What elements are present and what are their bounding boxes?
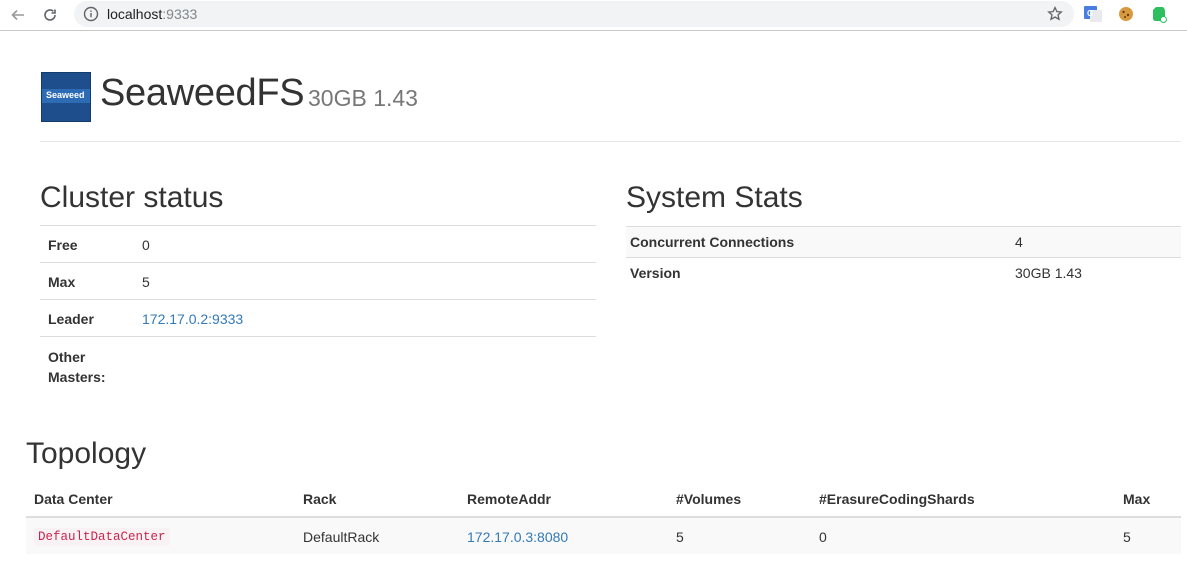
max-cell: 5: [1123, 529, 1131, 545]
topology-table: Data Center Rack RemoteAddr #Volumes #Er…: [26, 482, 1181, 554]
row-label: Concurrent Connections: [630, 234, 795, 250]
table-row: Other Masters:: [40, 336, 596, 394]
logo-text: Seaweed: [46, 90, 85, 100]
column-header: #ErasureCodingShards: [819, 491, 975, 507]
app-version: 30GB 1.43: [308, 85, 418, 111]
row-value: 0: [142, 237, 150, 253]
data-center-code: DefaultDataCenter: [34, 528, 170, 546]
topology-heading: Topology: [26, 437, 147, 470]
header-divider: [40, 141, 1181, 142]
row-label: Free: [48, 237, 78, 253]
svg-text:G: G: [1087, 9, 1093, 18]
bookmark-star-icon[interactable]: [1046, 5, 1064, 23]
back-arrow-icon[interactable]: [8, 5, 28, 25]
rack-cell: DefaultRack: [303, 529, 380, 545]
cluster-status-heading: Cluster status: [40, 181, 224, 214]
row-label: Leader: [48, 311, 94, 327]
translate-extension-icon[interactable]: G: [1083, 4, 1103, 24]
cookie-extension-icon[interactable]: [1116, 4, 1136, 24]
row-label: Max: [48, 274, 76, 290]
table-row: Concurrent Connections 4: [626, 226, 1181, 257]
row-value: 30GB 1.43: [1015, 265, 1082, 281]
url-port: :9333: [162, 6, 198, 22]
ec-shards-cell: 0: [819, 529, 827, 545]
app-title: SeaweedFS: [100, 72, 305, 114]
column-header: RemoteAddr: [467, 491, 552, 507]
column-header: #Volumes: [676, 491, 742, 507]
column-header: Max: [1123, 491, 1151, 507]
leader-link[interactable]: 172.17.0.2:9333: [142, 311, 243, 327]
url-text[interactable]: localhost:9333: [107, 6, 197, 22]
row-label: Other Masters:: [48, 349, 106, 385]
info-icon[interactable]: [82, 5, 100, 23]
table-row: Leader 172.17.0.2:9333: [40, 299, 596, 336]
row-value: 4: [1015, 234, 1023, 250]
seaweedfs-logo: Seaweed: [41, 72, 91, 122]
row-label: Version: [630, 265, 681, 281]
system-stats-table: Concurrent Connections 4 Version 30GB 1.…: [626, 226, 1181, 288]
cluster-status-table: Free 0 Max 5 Leader 172.17.0.2:9333 Othe…: [40, 225, 596, 394]
row-value: 5: [142, 274, 150, 290]
table-row: Free 0: [40, 225, 596, 262]
table-header: Data Center Rack RemoteAddr #Volumes #Er…: [26, 482, 1181, 518]
system-stats-heading: System Stats: [626, 181, 803, 214]
table-row: Max 5: [40, 262, 596, 299]
column-header: Rack: [303, 491, 337, 507]
browser-toolbar: localhost:9333 G: [0, 0, 1187, 31]
reload-icon[interactable]: [40, 5, 60, 25]
volumes-cell: 5: [676, 529, 684, 545]
remote-addr-link[interactable]: 172.17.0.3:8080: [467, 529, 568, 545]
table-row: Version 30GB 1.43: [626, 257, 1181, 288]
table-row: DefaultDataCenter DefaultRack 172.17.0.3…: [26, 518, 1181, 554]
column-header: Data Center: [34, 491, 113, 507]
address-bar[interactable]: localhost:9333: [74, 1, 1074, 27]
evernote-extension-icon[interactable]: [1148, 4, 1168, 24]
url-host: localhost: [107, 6, 163, 22]
